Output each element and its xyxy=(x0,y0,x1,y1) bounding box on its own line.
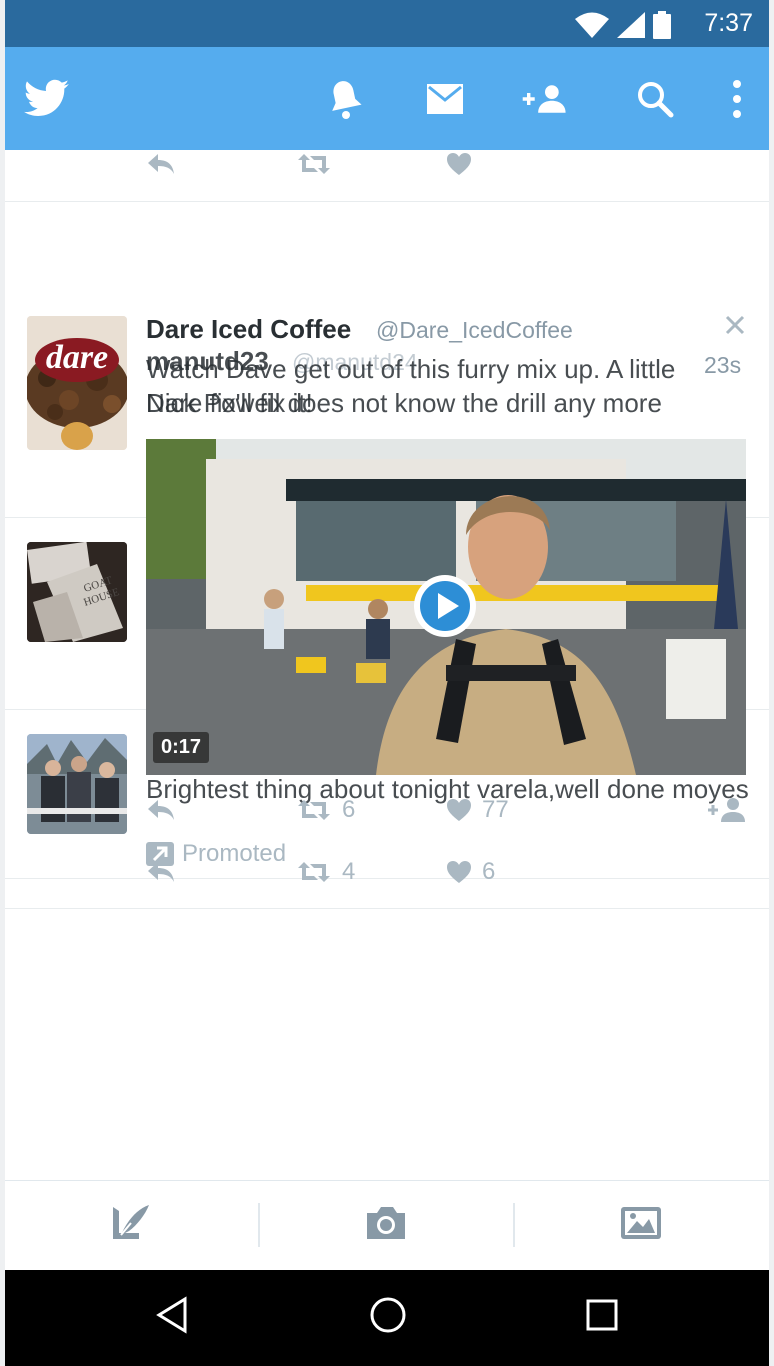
like-action[interactable]: 6 xyxy=(446,858,495,886)
reply-icon[interactable] xyxy=(146,798,176,822)
divider xyxy=(5,908,769,909)
follow-add-user-icon[interactable] xyxy=(521,75,569,123)
like-heart-icon xyxy=(447,799,471,821)
app-bar xyxy=(5,47,769,150)
notifications-bell-icon[interactable] xyxy=(321,75,369,123)
system-nav-bar xyxy=(5,1270,769,1366)
search-icon[interactable] xyxy=(631,75,679,123)
like-heart-icon[interactable] xyxy=(446,152,472,176)
retweet-icon xyxy=(298,862,330,882)
twitter-bird-icon[interactable] xyxy=(23,75,71,123)
status-icons xyxy=(575,11,671,39)
divider xyxy=(5,878,769,879)
avatar-book-photo[interactable]: GOAT HOUSE xyxy=(27,542,127,642)
twitter-app-screen: 7:37 dare GOAT HOUSE manutd23 @manutd24 … xyxy=(5,0,769,1366)
retweet-count: 4 xyxy=(342,858,356,885)
wifi-icon xyxy=(575,12,609,38)
overflow-menu-icon[interactable] xyxy=(713,75,761,123)
svg-text:dare: dare xyxy=(46,339,108,376)
reply-icon[interactable] xyxy=(146,152,176,176)
like-count: 77 xyxy=(482,796,509,823)
divider xyxy=(5,201,769,202)
back-triangle-icon[interactable] xyxy=(155,1296,189,1339)
like-action[interactable]: 77 xyxy=(446,796,509,824)
promoted-tweet-name[interactable]: Dare Iced Coffee xyxy=(146,314,351,345)
timeline[interactable]: dare GOAT HOUSE manutd23 @manutd24 23s N… xyxy=(5,150,769,1180)
status-bar: 7:37 xyxy=(5,0,769,47)
battery-icon xyxy=(653,11,671,39)
play-button-icon[interactable] xyxy=(412,573,478,639)
like-count: 6 xyxy=(482,858,496,885)
recents-square-icon[interactable] xyxy=(585,1298,619,1337)
bottom-toolbar xyxy=(5,1180,769,1271)
retweet-icon[interactable] xyxy=(296,152,332,176)
dismiss-close-icon[interactable] xyxy=(723,313,747,342)
promoted-video[interactable]: 0:17 xyxy=(146,439,746,775)
retweet-action[interactable]: 4 xyxy=(296,858,355,886)
promoted-tweet-handle[interactable]: @Dare_IcedCoffee xyxy=(376,317,573,344)
retweet-action[interactable]: 6 xyxy=(296,796,355,824)
camera-icon[interactable] xyxy=(363,1203,409,1248)
compose-tweet-icon[interactable] xyxy=(109,1201,153,1250)
previous-tweet-actions xyxy=(5,150,769,190)
messages-envelope-icon[interactable] xyxy=(421,75,469,123)
retweet-icon xyxy=(298,800,330,820)
follow-add-user-icon[interactable] xyxy=(707,796,747,824)
reply-icon[interactable] xyxy=(146,860,176,884)
gallery-image-icon[interactable] xyxy=(619,1203,663,1248)
home-circle-icon[interactable] xyxy=(369,1296,407,1339)
like-heart-icon xyxy=(447,861,471,883)
retweet-count: 6 xyxy=(342,796,356,823)
promoted-tweet-text: Watch Dave get out of this furry mix up.… xyxy=(146,354,676,418)
status-time: 7:37 xyxy=(704,9,753,37)
cell-signal-icon xyxy=(617,12,645,38)
avatar-dare-iced-coffee[interactable]: dare xyxy=(27,316,127,450)
video-duration-badge: 0:17 xyxy=(153,732,210,763)
avatar-group-photo[interactable] xyxy=(27,734,127,834)
